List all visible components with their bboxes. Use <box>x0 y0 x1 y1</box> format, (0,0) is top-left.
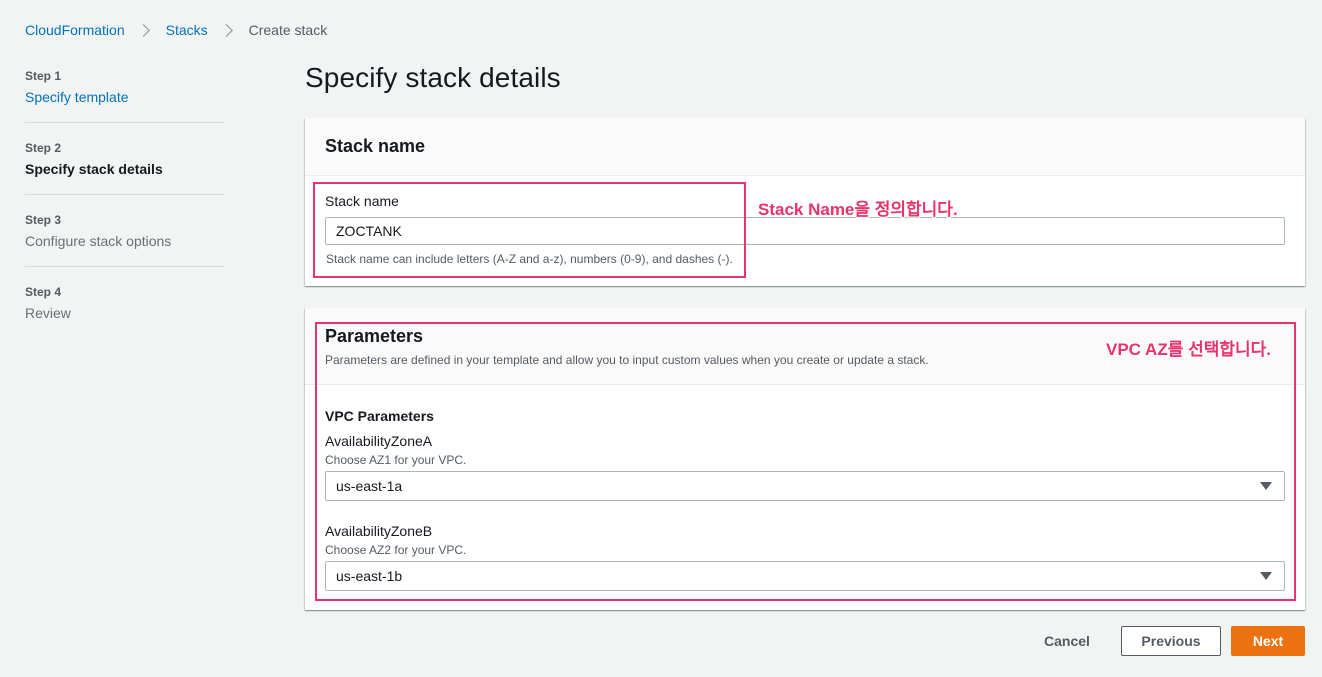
panel-title: Stack name <box>325 136 426 156</box>
breadcrumb: CloudFormation Stacks Create stack <box>25 22 327 38</box>
step-2: Step 2 Specify stack details <box>25 140 225 179</box>
step-number: Step 2 <box>25 141 62 155</box>
breadcrumb-current: Create stack <box>248 22 328 38</box>
step-1: Step 1 Specify template <box>25 68 225 107</box>
breadcrumb-cloudformation-link[interactable]: CloudFormation <box>25 22 125 38</box>
page-title: Specify stack details <box>305 62 561 93</box>
step-1-link[interactable]: Specify template <box>25 87 225 107</box>
step-2-label: Specify stack details <box>25 161 163 177</box>
panel-header: Stack name <box>305 118 1305 176</box>
breadcrumb-stacks-link[interactable]: Stacks <box>166 22 208 38</box>
step-4: Step 4 Review <box>25 284 225 323</box>
step-number: Step 3 <box>25 213 62 227</box>
previous-button[interactable]: Previous <box>1121 626 1221 656</box>
chevron-right-icon <box>219 23 233 37</box>
stack-name-highlight-box <box>313 182 746 278</box>
vpc-az-annotation: VPC AZ를 선택합니다. <box>1106 340 1271 359</box>
step-number: Step 4 <box>25 285 62 299</box>
step-3: Step 3 Configure stack options <box>25 212 225 251</box>
cancel-button[interactable]: Cancel <box>1034 626 1100 656</box>
divider <box>25 266 225 267</box>
stack-name-annotation: Stack Name을 정의합니다. <box>758 200 958 219</box>
chevron-right-icon <box>136 23 150 37</box>
next-button[interactable]: Next <box>1231 626 1305 656</box>
vpc-az-highlight-box <box>315 322 1296 601</box>
divider <box>25 194 225 195</box>
wizard-steps-nav: Step 1 Specify template Step 2 Specify s… <box>25 68 225 323</box>
step-4-label: Review <box>25 305 71 321</box>
divider <box>25 122 225 123</box>
step-number: Step 1 <box>25 69 62 83</box>
step-3-label: Configure stack options <box>25 233 172 249</box>
